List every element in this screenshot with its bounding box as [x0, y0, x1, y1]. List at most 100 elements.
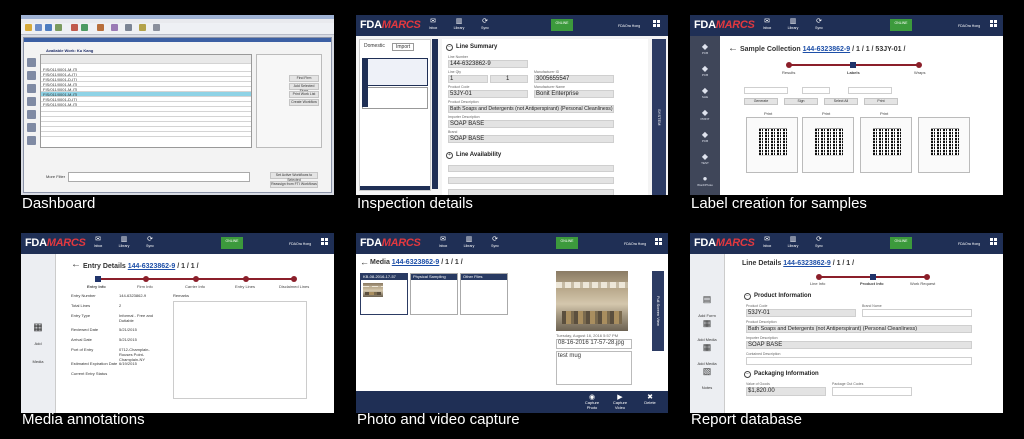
- user-name[interactable]: FDAOra Hong: [289, 242, 311, 246]
- apps-grid-icon[interactable]: [655, 238, 663, 246]
- report-icon[interactable]: [97, 24, 104, 31]
- print-button[interactable]: Print: [864, 98, 898, 105]
- step-dot-current[interactable]: [850, 62, 856, 68]
- step-dot[interactable]: [143, 276, 149, 282]
- inbox-button[interactable]: ✉ Inbox: [758, 236, 776, 248]
- entry-link[interactable]: 144-6323862-9: [783, 260, 831, 267]
- step-dot[interactable]: [243, 276, 249, 282]
- step-dot[interactable]: [816, 274, 822, 280]
- select-all-button[interactable]: Select All: [824, 98, 858, 105]
- tool-item[interactable]: ◆ PRINT: [696, 108, 714, 121]
- label-card[interactable]: [802, 117, 854, 173]
- library-button[interactable]: ▥ Library: [450, 18, 468, 30]
- tool-item[interactable]: ● Word/Photo: [696, 174, 714, 187]
- capture-video-button[interactable]: ▶ Capture Video: [610, 394, 630, 410]
- chart-icon[interactable]: [111, 24, 118, 31]
- inbox-button[interactable]: ✉ Inbox: [89, 236, 107, 248]
- list-item[interactable]: [362, 87, 428, 109]
- fda-marcs-logo[interactable]: FDAMARCS: [360, 237, 421, 249]
- home-icon[interactable]: [25, 24, 32, 31]
- find-firm-button[interactable]: Find Firm: [289, 75, 319, 82]
- sync-button[interactable]: ⟳ Sync: [486, 236, 504, 248]
- print-checkbox-label[interactable]: Print: [880, 111, 888, 116]
- add-selected-firms-button[interactable]: Add Selected Firms: [289, 83, 319, 93]
- create-workflow-button[interactable]: Create Workflow: [289, 99, 319, 106]
- label-count-stepper[interactable]: [802, 87, 830, 94]
- package-codes-field[interactable]: [832, 387, 912, 396]
- save-icon[interactable]: [45, 24, 52, 31]
- label-type-select[interactable]: [744, 87, 788, 94]
- user-name[interactable]: FDAOra Hong: [624, 242, 646, 246]
- inbox-button[interactable]: ✉ Inbox: [424, 18, 442, 30]
- help-icon[interactable]: [139, 24, 146, 31]
- step-dot[interactable]: [786, 62, 792, 68]
- contained-desc-field[interactable]: [746, 357, 972, 365]
- entry-link[interactable]: 144-6323862-9: [128, 263, 176, 270]
- tool-item[interactable]: ◆ PCB: [696, 42, 714, 55]
- media-card[interactable]: Physical Sampling: [410, 273, 458, 315]
- full-screen-tab[interactable]: Full Screen View: [652, 271, 664, 351]
- fda-marcs-logo[interactable]: FDAMARCS: [25, 237, 86, 249]
- remarks-textarea[interactable]: [173, 301, 307, 399]
- tool-item[interactable]: ◆ PCB: [696, 64, 714, 77]
- user-name[interactable]: FDAOra Hong: [958, 24, 980, 28]
- apps-grid-icon[interactable]: [990, 20, 998, 28]
- label-card[interactable]: [860, 117, 912, 173]
- apps-grid-icon[interactable]: [321, 238, 329, 246]
- step-dot[interactable]: [924, 274, 930, 280]
- search-icon[interactable]: [71, 24, 78, 31]
- tool-item[interactable]: ◆ TEST: [696, 152, 714, 165]
- inbox-button[interactable]: ✉ Inbox: [758, 18, 776, 30]
- step-dot-current[interactable]: [95, 276, 101, 282]
- entry-link[interactable]: 144-6323862-9: [392, 259, 440, 266]
- collapse-icon[interactable]: −: [446, 44, 453, 51]
- nav-report-icon[interactable]: [27, 97, 36, 106]
- user-name[interactable]: FDAOra Hong: [618, 24, 640, 28]
- nav-firm-icon[interactable]: [27, 71, 36, 80]
- capture-photo-button[interactable]: ◉ Capture Photo: [582, 394, 602, 410]
- reassign-button[interactable]: Reassign from FTI Workflows: [270, 181, 318, 188]
- media-card-selected[interactable]: KB-08-2016-17-57: [360, 273, 408, 315]
- photo-preview[interactable]: [556, 271, 628, 331]
- back-arrow-icon[interactable]: ←: [728, 44, 738, 54]
- print-work-list-button[interactable]: Print Work List: [289, 91, 319, 98]
- library-button[interactable]: ▥ Library: [784, 18, 802, 30]
- collapse-icon[interactable]: −: [744, 293, 751, 300]
- label-card[interactable]: [746, 117, 798, 173]
- tab-import[interactable]: Import: [392, 43, 415, 51]
- nav-work-icon[interactable]: [27, 58, 36, 67]
- sign-button[interactable]: Sign: [784, 98, 818, 105]
- nav-game-icon[interactable]: [27, 110, 36, 119]
- back-arrow-icon[interactable]: ←: [360, 258, 369, 267]
- exit-icon[interactable]: [153, 24, 160, 31]
- tab-domestic[interactable]: Domestic: [364, 43, 385, 49]
- media-card[interactable]: Other Files: [460, 273, 508, 315]
- tool-item[interactable]: ◆ SHE: [696, 86, 714, 99]
- open-icon[interactable]: [35, 24, 42, 31]
- system-side-tab[interactable]: SYSTEM: [652, 39, 666, 195]
- more-filter-box[interactable]: [68, 172, 250, 182]
- apps-grid-icon[interactable]: [990, 238, 998, 246]
- sync-button[interactable]: ⟳ Sync: [810, 236, 828, 248]
- collapse-icon[interactable]: −: [744, 371, 751, 378]
- list-item-selected[interactable]: [362, 58, 428, 86]
- sync-button[interactable]: ⟳ Sync: [810, 18, 828, 30]
- inbox-button[interactable]: ✉ Inbox: [434, 236, 452, 248]
- sync-button[interactable]: ⟳ Sync: [476, 18, 494, 30]
- set-active-button[interactable]: Set Active Workflows to Selected: [270, 172, 318, 182]
- list-collapse-strip[interactable]: [432, 39, 438, 189]
- print-checkbox-label[interactable]: Print: [822, 111, 830, 116]
- print-checkbox-label[interactable]: Print: [764, 111, 772, 116]
- print-icon[interactable]: [55, 24, 62, 31]
- entry-link[interactable]: 144-6323862-9: [803, 46, 851, 53]
- step-dot-current[interactable]: [870, 274, 876, 280]
- fda-marcs-logo[interactable]: FDAMARCS: [360, 19, 421, 31]
- nav-mail-icon[interactable]: [27, 123, 36, 132]
- expand-icon[interactable]: +: [446, 152, 453, 159]
- library-button[interactable]: ▥ Library: [115, 236, 133, 248]
- refresh-icon[interactable]: [81, 24, 88, 31]
- storage-condition-select[interactable]: [848, 87, 892, 94]
- library-button[interactable]: ▥ Library: [460, 236, 478, 248]
- step-dot[interactable]: [291, 276, 297, 282]
- delete-button[interactable]: ✖ Delete: [640, 394, 660, 405]
